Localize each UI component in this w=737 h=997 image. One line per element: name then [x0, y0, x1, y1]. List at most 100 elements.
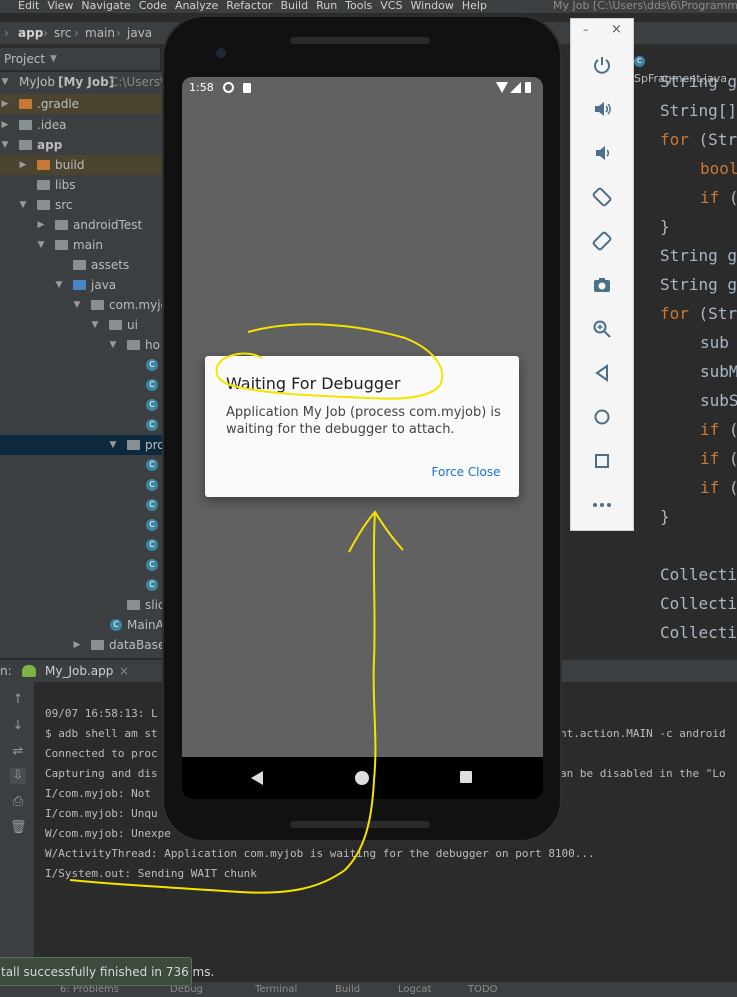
tool-tab-todo[interactable]: TODO: [468, 982, 498, 997]
chevron-down-icon[interactable]: ▼: [90, 315, 100, 335]
tree-item-assets[interactable]: assets: [0, 255, 180, 275]
trash-icon[interactable]: 🗑: [10, 820, 27, 836]
overview-icon[interactable]: [460, 771, 472, 783]
minimize-icon[interactable]: –: [583, 23, 589, 36]
tree-item-home[interactable]: ▼ ho: [0, 335, 180, 355]
tree-item-root[interactable]: ▼ MyJob [My Job] C:\Users\d: [0, 72, 180, 92]
tree-item-java[interactable]: ▼ java: [0, 275, 180, 295]
wrap-icon[interactable]: ⇌: [10, 744, 26, 760]
tree-item-class[interactable]: C: [0, 495, 180, 515]
folder-icon: [37, 180, 50, 190]
chevron-down-icon[interactable]: ▼: [54, 275, 64, 295]
tree-item-class[interactable]: C: [0, 395, 180, 415]
tree-item-pro[interactable]: ▼ pro: [0, 435, 180, 455]
menu-refactor[interactable]: Refactor: [226, 0, 272, 11]
tree-item-main[interactable]: ▼ main: [0, 235, 180, 255]
code-line: Collecti: [660, 594, 737, 613]
volume-down-icon[interactable]: [587, 138, 617, 168]
code-line: }: [660, 217, 670, 236]
tree-item-src[interactable]: ▼ src: [0, 195, 180, 215]
tree-item-database[interactable]: ▶ dataBase: [0, 635, 180, 655]
arrow-up-icon[interactable]: ↑: [10, 692, 26, 708]
menu-code[interactable]: Code: [139, 0, 167, 11]
chevron-right-icon[interactable]: ▶: [18, 155, 28, 175]
chevron-right-icon[interactable]: ▶: [0, 94, 10, 114]
editor-tab[interactable]: C SpFragment.java: [634, 52, 737, 85]
force-close-button[interactable]: Force Close: [426, 461, 506, 483]
menu-vcs[interactable]: VCS: [380, 0, 402, 11]
menu-analyze[interactable]: Analyze: [175, 0, 218, 11]
tree-item-mainactivity[interactable]: C MainA: [0, 615, 180, 635]
tree-item-libs[interactable]: libs: [0, 175, 180, 195]
tree-item-ui[interactable]: ▼ ui: [0, 315, 180, 335]
class-icon: C: [146, 579, 158, 591]
tool-tab-logcat[interactable]: Logcat: [398, 982, 431, 997]
menu-navigate[interactable]: Navigate: [81, 0, 130, 11]
menu-view[interactable]: View: [47, 0, 73, 11]
tree-item-package[interactable]: ▼ com.myjob: [0, 295, 180, 315]
menu-tools[interactable]: Tools: [345, 0, 372, 11]
tree-item-class[interactable]: C: [0, 455, 180, 475]
chevron-down-icon[interactable]: ▼: [0, 135, 10, 155]
zoom-icon[interactable]: [587, 314, 617, 344]
project-panel-header[interactable]: Project ▼: [0, 48, 160, 70]
tree-item-label: .idea: [37, 118, 67, 132]
tree-item-app[interactable]: ▼ app: [0, 135, 180, 155]
tree-item-class[interactable]: C: [0, 555, 180, 575]
tree-item-class[interactable]: C: [0, 355, 180, 375]
close-icon[interactable]: ×: [119, 660, 129, 682]
run-tab[interactable]: My_Job.app: [45, 660, 113, 682]
tree-item-class[interactable]: C: [0, 375, 180, 395]
home-icon[interactable]: [587, 402, 617, 432]
chevron-right-icon[interactable]: ▶: [72, 635, 82, 655]
menu-help[interactable]: Help: [462, 0, 487, 11]
volume-up-icon[interactable]: [587, 94, 617, 124]
menu-build[interactable]: Build: [280, 0, 308, 11]
scroll-to-end-icon[interactable]: ⇩: [10, 768, 26, 784]
breadcrumb-app[interactable]: app: [18, 22, 43, 44]
tree-item-slic[interactable]: slic: [0, 595, 180, 615]
tool-tab-terminal[interactable]: Terminal: [255, 982, 297, 997]
tree-item-class[interactable]: C: [0, 515, 180, 535]
tool-tab-build[interactable]: Build: [335, 982, 360, 997]
tree-item-class[interactable]: C: [0, 575, 180, 595]
rotate-left-icon[interactable]: [587, 182, 617, 212]
breadcrumb-java[interactable]: java: [127, 22, 152, 44]
tree-item-gradle[interactable]: ▶ .gradle: [0, 94, 180, 114]
chevron-down-icon[interactable]: ▼: [72, 295, 82, 315]
tree-item-build[interactable]: ▶ build: [0, 155, 180, 175]
chevron-down-icon[interactable]: ▼: [18, 195, 28, 215]
chevron-right-icon[interactable]: ▶: [0, 115, 10, 135]
dropdown-arrow-icon[interactable]: ▼: [50, 48, 57, 70]
chevron-down-icon[interactable]: ▼: [0, 72, 10, 92]
overview-icon[interactable]: [587, 446, 617, 476]
more-icon[interactable]: [587, 490, 617, 520]
close-icon[interactable]: ×: [611, 22, 622, 37]
notification-toast[interactable]: tall successfully finished in 736 ms.: [0, 957, 214, 986]
back-icon[interactable]: [587, 358, 617, 388]
camera-icon[interactable]: [587, 270, 617, 300]
chevron-down-icon[interactable]: ▼: [108, 435, 118, 455]
tree-item-label: main: [73, 238, 103, 252]
chevron-down-icon[interactable]: ▼: [108, 335, 118, 355]
chevron-down-icon[interactable]: ▼: [36, 235, 46, 255]
tree-item-androidtest[interactable]: ▶ androidTest: [0, 215, 180, 235]
print-icon[interactable]: ⎙: [10, 794, 26, 810]
tree-item-class[interactable]: C: [0, 415, 180, 435]
arrow-down-icon[interactable]: ↓: [10, 718, 26, 734]
run-panel-prefix: n:: [0, 664, 12, 678]
menu-run[interactable]: Run: [316, 0, 337, 11]
breadcrumb-main[interactable]: main: [85, 22, 115, 44]
menu-window[interactable]: Window: [410, 0, 453, 11]
breadcrumb-src[interactable]: src: [54, 22, 72, 44]
home-icon[interactable]: [355, 771, 369, 785]
chevron-right-icon[interactable]: ▶: [36, 215, 46, 235]
folder-icon: [19, 99, 32, 109]
tree-item-class[interactable]: C: [0, 535, 180, 555]
rotate-right-icon[interactable]: [587, 226, 617, 256]
menu-edit[interactable]: Edit: [18, 0, 39, 11]
power-icon[interactable]: [587, 50, 617, 80]
back-icon[interactable]: [251, 771, 263, 785]
tree-item-idea[interactable]: ▶ .idea: [0, 115, 180, 135]
tree-item-class[interactable]: C: [0, 475, 180, 495]
